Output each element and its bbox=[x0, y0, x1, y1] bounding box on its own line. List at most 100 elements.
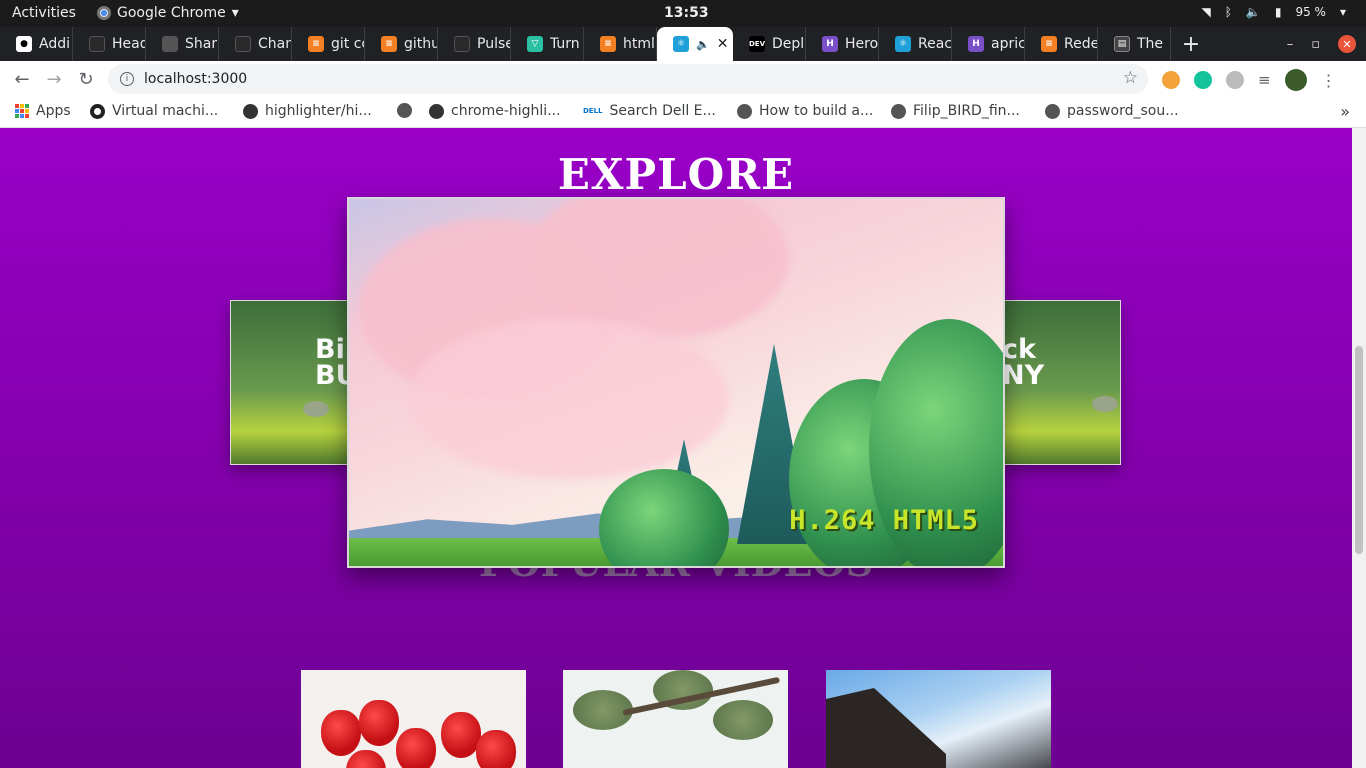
video-thumbnail-roof[interactable] bbox=[826, 670, 1051, 768]
page-scrollbar[interactable] bbox=[1352, 128, 1366, 768]
tab[interactable]: Chan bbox=[219, 27, 292, 61]
close-window-icon[interactable]: ✕ bbox=[1338, 35, 1356, 53]
tab[interactable]: ▤ The bbox=[1098, 27, 1171, 61]
bookmark-label: Virtual machi... bbox=[112, 103, 219, 119]
bookmark-item[interactable]: Virtual machi... bbox=[90, 103, 218, 119]
tab[interactable]: ≡ githu bbox=[365, 27, 438, 61]
bookmark-label: highlighter/hi... bbox=[265, 103, 372, 119]
bookmark-item[interactable]: highlighter/hi... bbox=[243, 103, 372, 119]
speaker-icon[interactable]: 🔈 bbox=[696, 38, 710, 51]
stackoverflow-icon: ≡ bbox=[600, 36, 616, 52]
strawberry-shape bbox=[321, 710, 361, 756]
leaves-shape bbox=[713, 700, 773, 740]
scrollbar-thumb[interactable] bbox=[1355, 346, 1363, 554]
window-controls: – ▫ ✕ bbox=[1287, 27, 1366, 61]
os-top-bar: Activities Google Chrome ▾ 13:53 ◥ ᛒ 🔈 ▮… bbox=[0, 0, 1366, 27]
tab[interactable]: ⚛ Reac bbox=[879, 27, 952, 61]
globe-icon bbox=[1045, 103, 1060, 119]
bookmark-label: chrome-highli... bbox=[451, 103, 561, 119]
activities-button[interactable]: Activities bbox=[12, 5, 76, 21]
strawberry-shape bbox=[396, 728, 436, 768]
system-tray[interactable]: ◥ ᛒ 🔈 ▮ 95 % ▾ bbox=[1201, 5, 1346, 19]
tab[interactable]: ≡ git cc bbox=[292, 27, 365, 61]
chevron-down-icon: ▾ bbox=[1339, 5, 1346, 19]
carousel-card-right[interactable]: ck NY bbox=[1001, 300, 1121, 465]
carousel-card-left[interactable]: Bi BU bbox=[230, 300, 350, 465]
heroku-icon: H bbox=[968, 36, 984, 52]
bookmark-item[interactable]: How to build a... bbox=[737, 103, 873, 119]
video-player[interactable]: H.264 HTML5 bbox=[347, 197, 1005, 568]
app-name: Google Chrome bbox=[117, 5, 226, 21]
strawberry-shape bbox=[441, 712, 481, 758]
tab[interactable]: Shar bbox=[146, 27, 219, 61]
circle-icon bbox=[90, 103, 105, 119]
tab[interactable]: Pulse bbox=[438, 27, 511, 61]
tab[interactable]: ≡ html bbox=[584, 27, 657, 61]
dell-icon: DELL bbox=[583, 107, 603, 115]
card-title-text: ck NY bbox=[1002, 334, 1045, 391]
bookmark-item[interactable]: DELL Search Dell E... bbox=[583, 103, 716, 119]
url-text: localhost:3000 bbox=[144, 71, 248, 87]
bookmark-item[interactable]: password_sou... bbox=[1045, 103, 1179, 119]
chrome-icon bbox=[97, 6, 111, 20]
tab[interactable]: ● Addi bbox=[0, 27, 73, 61]
bookmarks-bar: Apps Virtual machi... highlighter/hi... … bbox=[0, 97, 1366, 128]
bookmark-apps[interactable]: Apps bbox=[15, 103, 71, 119]
tab-label: Pulse bbox=[477, 36, 510, 52]
globe-icon bbox=[891, 103, 906, 119]
tab[interactable]: DEV Depl bbox=[733, 27, 806, 61]
new-tab-button[interactable]: + bbox=[1171, 32, 1211, 57]
tab-label: Hero bbox=[845, 36, 878, 52]
menu-icon[interactable]: ⋮ bbox=[1321, 71, 1337, 90]
tab-active[interactable]: ⚛ 🔈 ✕ bbox=[657, 27, 733, 61]
bookmark-item[interactable]: Filip_BIRD_fin... bbox=[891, 103, 1020, 119]
tab-label: The bbox=[1137, 36, 1164, 52]
tab-label: Head bbox=[112, 36, 145, 52]
media-control-icon[interactable]: ≡ bbox=[1258, 71, 1271, 89]
tab[interactable]: Head bbox=[73, 27, 146, 61]
maximize-icon[interactable]: ▫ bbox=[1311, 37, 1320, 52]
battery-icon: ▮ bbox=[1274, 5, 1282, 19]
tab[interactable]: ▽ Turn bbox=[511, 27, 584, 61]
dev-icon: DEV bbox=[749, 36, 765, 52]
video-thumbnail-tree[interactable] bbox=[563, 670, 788, 768]
bookmark-item[interactable] bbox=[397, 103, 419, 118]
bookmark-label: Apps bbox=[36, 103, 71, 119]
tab-label: Reac bbox=[918, 36, 951, 52]
globe-icon bbox=[162, 36, 178, 52]
github-icon bbox=[429, 103, 444, 119]
heroku-icon: H bbox=[822, 36, 838, 52]
forward-icon[interactable]: → bbox=[38, 69, 70, 90]
video-thumbnail-strawberries[interactable] bbox=[301, 670, 526, 768]
tab-label: html bbox=[623, 36, 655, 52]
tab[interactable]: H Hero bbox=[806, 27, 879, 61]
grammarly-icon[interactable] bbox=[1194, 71, 1212, 89]
site-info-icon[interactable]: i bbox=[120, 72, 134, 86]
extension-icon[interactable] bbox=[1226, 71, 1244, 89]
avatar[interactable] bbox=[1284, 69, 1307, 91]
back-icon[interactable]: ← bbox=[6, 69, 38, 90]
clock[interactable]: 13:53 bbox=[664, 5, 709, 21]
bookmark-star-icon[interactable]: ☆ bbox=[1123, 68, 1138, 88]
bookmark-item[interactable]: chrome-highli... bbox=[429, 103, 561, 119]
stackoverflow-icon: ≡ bbox=[308, 36, 324, 52]
extension-icon[interactable] bbox=[1162, 71, 1180, 89]
bluetooth-icon: ᛒ bbox=[1224, 5, 1232, 19]
tab-label: githu bbox=[404, 36, 437, 52]
more-bookmarks-icon[interactable]: » bbox=[1340, 102, 1350, 121]
github-icon bbox=[89, 36, 105, 52]
tab[interactable]: ≡ Rede bbox=[1025, 27, 1098, 61]
strawberry-shape bbox=[346, 750, 386, 768]
address-bar[interactable]: i localhost:3000 ☆ bbox=[108, 64, 1148, 94]
chevron-down-icon: ▾ bbox=[231, 5, 239, 21]
close-tab-icon[interactable]: ✕ bbox=[717, 36, 729, 52]
app-menu[interactable]: Google Chrome ▾ bbox=[97, 5, 239, 21]
card-title-text: Bi BU bbox=[315, 334, 349, 391]
browser-toolbar: ← → ↻ i localhost:3000 ☆ ≡ ⋮ bbox=[0, 61, 1366, 97]
minimize-icon[interactable]: – bbox=[1287, 37, 1294, 52]
reload-icon[interactable]: ↻ bbox=[70, 69, 102, 90]
stackoverflow-icon: ≡ bbox=[1041, 36, 1057, 52]
tab-label: apric bbox=[991, 36, 1024, 52]
tab-label: Shar bbox=[185, 36, 218, 52]
tab[interactable]: Hapric bbox=[952, 27, 1025, 61]
